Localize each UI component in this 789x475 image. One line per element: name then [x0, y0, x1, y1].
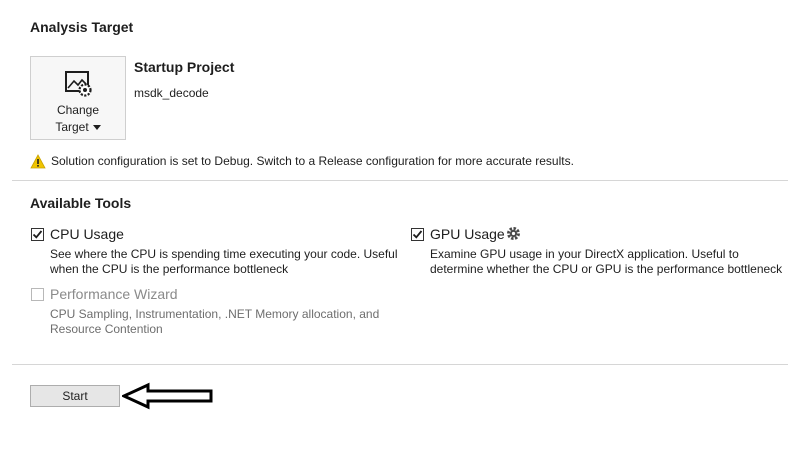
debug-config-warning: Solution configuration is set to Debug. …: [51, 154, 574, 168]
available-tools-heading: Available Tools: [30, 195, 132, 211]
startup-project-label: Startup Project: [134, 59, 235, 75]
change-target-label-line1: Change: [56, 103, 100, 117]
cpu-usage-label[interactable]: CPU Usage: [50, 226, 124, 242]
performance-wizard-description-line2: Resource Contention: [50, 322, 163, 336]
annotation-arrow-icon: [120, 382, 214, 410]
gpu-usage-checkbox[interactable]: [411, 228, 424, 241]
bottom-divider: [12, 364, 788, 365]
warning-icon: [30, 154, 46, 169]
dropdown-caret-icon: [92, 125, 101, 131]
gear-icon[interactable]: [506, 226, 521, 241]
gpu-usage-description: Examine GPU usage in your DirectX applic…: [430, 247, 782, 277]
performance-wizard-label[interactable]: Performance Wizard: [50, 286, 178, 302]
performance-wizard-description-line1: CPU Sampling, Instrumentation, .NET Memo…: [50, 307, 380, 321]
performance-wizard-description: CPU Sampling, Instrumentation, .NET Memo…: [50, 307, 379, 337]
gpu-usage-description-line1: Examine GPU usage in your DirectX applic…: [430, 247, 739, 261]
gpu-usage-label[interactable]: GPU Usage: [430, 226, 505, 242]
start-button[interactable]: Start: [30, 385, 120, 407]
section-divider: [12, 180, 788, 181]
analysis-target-heading: Analysis Target: [30, 19, 134, 35]
cpu-usage-description-line2: when the CPU is the performance bottlene…: [50, 262, 289, 276]
gpu-usage-description-line2: determine whether the CPU or GPU is the …: [430, 262, 783, 276]
cpu-usage-checkbox[interactable]: [31, 228, 44, 241]
startup-project-name: msdk_decode: [134, 86, 209, 100]
change-target-icon: [65, 71, 93, 97]
cpu-usage-description: See where the CPU is spending time execu…: [50, 247, 398, 277]
change-target-button[interactable]: Change Target: [30, 56, 126, 140]
change-target-label-line2: Target: [55, 120, 89, 134]
performance-wizard-checkbox[interactable]: [31, 288, 44, 301]
cpu-usage-description-line1: See where the CPU is spending time execu…: [50, 247, 398, 261]
